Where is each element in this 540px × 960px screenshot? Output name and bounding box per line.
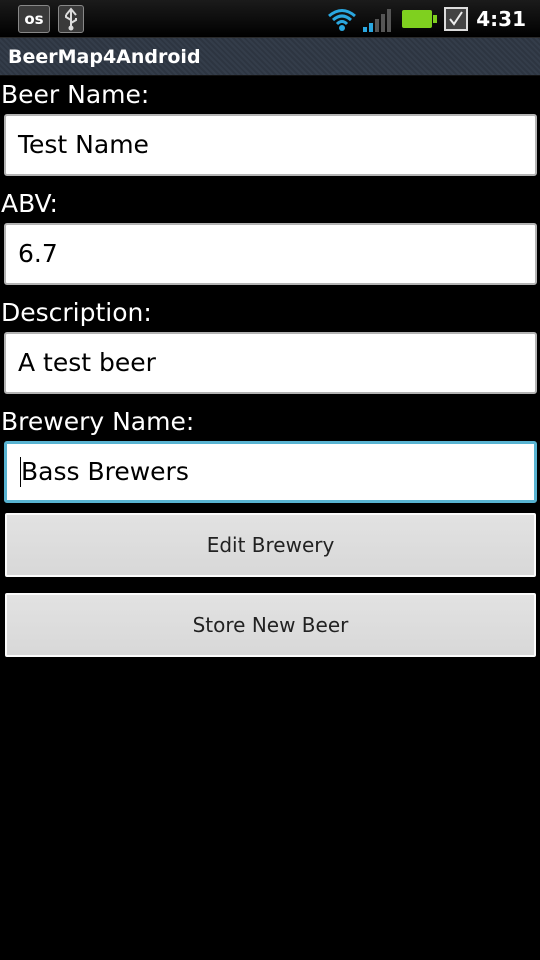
app-title-bar: BeerMap4Android xyxy=(0,38,540,76)
battery-icon xyxy=(402,10,437,28)
status-bar: os 4:31 xyxy=(0,0,540,38)
edit-brewery-button[interactable]: Edit Brewery xyxy=(5,513,536,577)
store-new-beer-button[interactable]: Store New Beer xyxy=(5,593,536,657)
usb-icon xyxy=(58,5,84,33)
abv-label: ABV: xyxy=(1,189,58,218)
app-title: BeerMap4Android xyxy=(8,46,201,68)
wifi-icon xyxy=(326,5,358,33)
abv-input[interactable]: 6.7 xyxy=(4,223,537,285)
beer-name-label: Beer Name: xyxy=(1,80,150,109)
signal-icon xyxy=(362,5,396,33)
description-label: Description: xyxy=(1,298,152,327)
lastfm-icon: os xyxy=(18,5,50,33)
brewery-name-value: Bass Brewers xyxy=(21,457,189,486)
checkbox-icon xyxy=(444,7,468,31)
description-input[interactable]: A test beer xyxy=(4,332,537,394)
clock: 4:31 xyxy=(476,7,526,31)
beer-name-input[interactable]: Test Name xyxy=(4,114,537,176)
brewery-name-input[interactable]: Bass Brewers xyxy=(4,441,537,503)
brewery-name-label: Brewery Name: xyxy=(1,407,195,436)
